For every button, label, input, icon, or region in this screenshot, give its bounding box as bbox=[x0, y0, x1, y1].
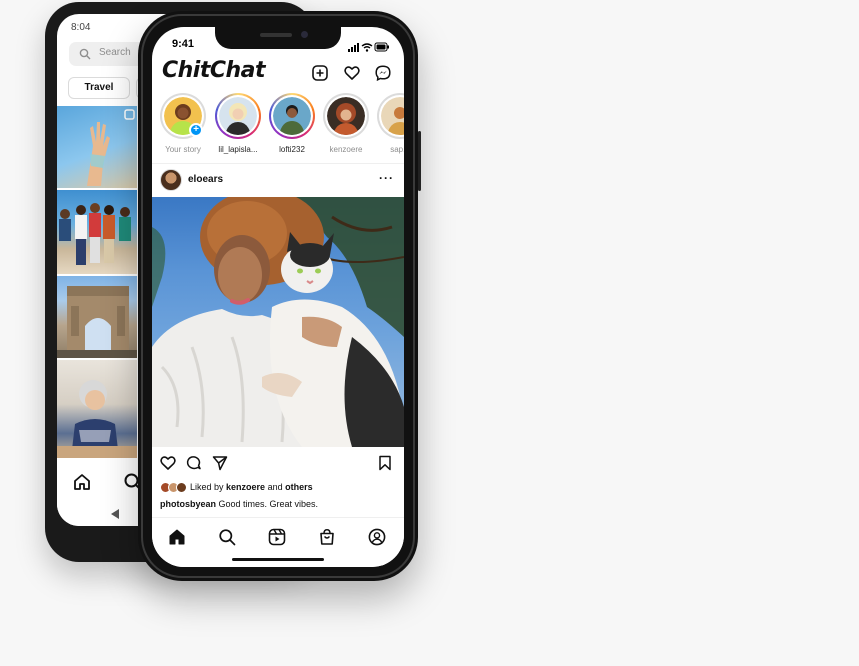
liked-others[interactable]: others bbox=[285, 482, 313, 492]
back-triangle-icon[interactable] bbox=[109, 507, 121, 525]
story-label: Your story bbox=[165, 145, 201, 154]
comment-icon[interactable] bbox=[186, 455, 202, 476]
home-icon[interactable] bbox=[168, 528, 186, 551]
status-time: 9:41 bbox=[172, 38, 195, 50]
search-icon bbox=[79, 47, 91, 65]
back-search-placeholder: Search bbox=[99, 47, 131, 58]
explore-tile[interactable] bbox=[57, 360, 137, 458]
liked-avatars bbox=[160, 482, 190, 494]
side-button bbox=[418, 131, 421, 191]
heart-icon[interactable] bbox=[160, 455, 176, 476]
avatar bbox=[219, 97, 257, 135]
story-label: lil_lapisla... bbox=[218, 145, 258, 154]
story-label: sap... bbox=[390, 145, 404, 154]
avatar bbox=[176, 482, 187, 493]
front-phone-screen: 9:41 ChitChat + Your story lil_lapisla..… bbox=[152, 27, 404, 567]
explore-tile[interactable] bbox=[57, 276, 137, 358]
divider bbox=[152, 163, 404, 164]
profile-icon[interactable] bbox=[368, 528, 386, 551]
speaker-grille bbox=[260, 33, 292, 37]
app-title: ChitChat bbox=[162, 58, 266, 83]
post-username[interactable]: eloears bbox=[188, 174, 223, 185]
add-story-icon[interactable]: + bbox=[189, 123, 203, 137]
back-status-time: 8:04 bbox=[71, 22, 91, 33]
post-photo-art bbox=[152, 197, 404, 447]
front-phone: 9:41 ChitChat + Your story lil_lapisla..… bbox=[138, 11, 421, 581]
story-ring bbox=[269, 93, 315, 139]
battery-icon bbox=[374, 42, 389, 52]
front-camera bbox=[301, 31, 308, 38]
explore-tile[interactable] bbox=[57, 190, 137, 274]
post-avatar[interactable] bbox=[160, 169, 182, 191]
shop-icon[interactable] bbox=[318, 528, 336, 551]
new-post-icon[interactable] bbox=[312, 65, 328, 86]
liked-prefix: Liked by bbox=[190, 482, 227, 492]
search-icon[interactable] bbox=[218, 528, 236, 551]
signal-icon bbox=[348, 43, 359, 52]
post-photo[interactable] bbox=[152, 197, 404, 447]
liked-by-text: Liked by kenzoere and others bbox=[190, 482, 313, 492]
more-options-icon[interactable]: ··· bbox=[379, 171, 394, 185]
post-actions bbox=[152, 455, 404, 475]
avatar bbox=[273, 97, 311, 135]
notch bbox=[215, 27, 341, 49]
avatar bbox=[381, 97, 404, 135]
heart-icon[interactable] bbox=[344, 65, 360, 86]
story-ring bbox=[323, 93, 369, 139]
liked-middle: and bbox=[265, 482, 286, 492]
story-label: kenzoere bbox=[329, 145, 363, 154]
avatar bbox=[327, 97, 365, 135]
reels-icon[interactable] bbox=[268, 528, 286, 551]
wifi-icon bbox=[361, 43, 373, 52]
post-header: eloears ··· bbox=[152, 165, 404, 195]
explore-tile[interactable] bbox=[57, 106, 137, 188]
caption-username[interactable]: photosbyean bbox=[160, 499, 216, 509]
home-icon[interactable] bbox=[72, 472, 92, 497]
caption-text: Good times. Great vibes. bbox=[216, 499, 319, 509]
story-ring bbox=[215, 93, 261, 139]
story-ring bbox=[377, 93, 404, 139]
share-icon[interactable] bbox=[212, 455, 228, 476]
home-indicator[interactable] bbox=[232, 558, 324, 561]
messenger-icon[interactable] bbox=[375, 65, 391, 86]
status-icons bbox=[348, 39, 390, 57]
post-caption: photosbyean Good times. Great vibes. bbox=[160, 499, 318, 509]
stories-row: + Your story lil_lapisla... lofti232 ken… bbox=[152, 93, 404, 163]
liked-user[interactable]: kenzoere bbox=[226, 482, 265, 492]
story-label: lofti232 bbox=[279, 145, 305, 154]
bookmark-icon[interactable] bbox=[378, 455, 392, 476]
chip-travel[interactable]: Travel bbox=[68, 77, 130, 99]
